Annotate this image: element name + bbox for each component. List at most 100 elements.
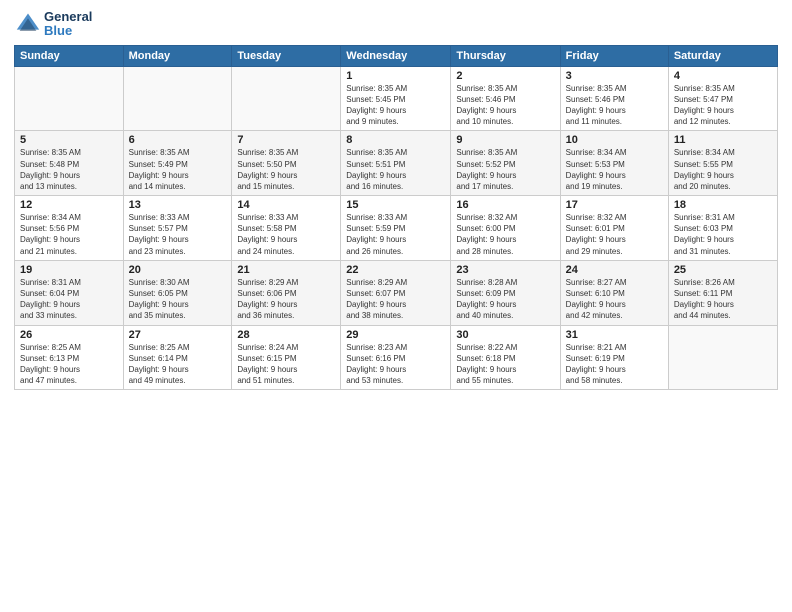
day-number: 23 (456, 264, 554, 276)
day-info: Sunrise: 8:35 AM Sunset: 5:46 PM Dayligh… (566, 83, 663, 128)
calendar-week-row: 19Sunrise: 8:31 AM Sunset: 6:04 PM Dayli… (15, 260, 778, 325)
logo: General Blue (14, 10, 92, 39)
day-info: Sunrise: 8:35 AM Sunset: 5:48 PM Dayligh… (20, 147, 118, 192)
calendar-cell: 28Sunrise: 8:24 AM Sunset: 6:15 PM Dayli… (232, 325, 341, 390)
day-info: Sunrise: 8:30 AM Sunset: 6:05 PM Dayligh… (129, 277, 227, 322)
day-number: 13 (129, 199, 227, 211)
day-number: 20 (129, 264, 227, 276)
day-number: 5 (20, 134, 118, 146)
day-info: Sunrise: 8:31 AM Sunset: 6:03 PM Dayligh… (674, 212, 772, 257)
weekday-header-row: SundayMondayTuesdayWednesdayThursdayFrid… (15, 45, 778, 66)
day-info: Sunrise: 8:32 AM Sunset: 6:00 PM Dayligh… (456, 212, 554, 257)
day-number: 21 (237, 264, 335, 276)
day-info: Sunrise: 8:32 AM Sunset: 6:01 PM Dayligh… (566, 212, 663, 257)
day-number: 15 (346, 199, 445, 211)
weekday-header: Saturday (668, 45, 777, 66)
weekday-header: Sunday (15, 45, 124, 66)
day-number: 18 (674, 199, 772, 211)
logo-icon (14, 10, 42, 38)
calendar-cell: 21Sunrise: 8:29 AM Sunset: 6:06 PM Dayli… (232, 260, 341, 325)
calendar-cell: 7Sunrise: 8:35 AM Sunset: 5:50 PM Daylig… (232, 131, 341, 196)
weekday-header: Friday (560, 45, 668, 66)
header: General Blue (14, 10, 778, 39)
calendar-cell: 18Sunrise: 8:31 AM Sunset: 6:03 PM Dayli… (668, 196, 777, 261)
day-number: 11 (674, 134, 772, 146)
day-number: 9 (456, 134, 554, 146)
calendar-cell (668, 325, 777, 390)
day-number: 3 (566, 70, 663, 82)
calendar-cell: 20Sunrise: 8:30 AM Sunset: 6:05 PM Dayli… (123, 260, 232, 325)
calendar-cell: 23Sunrise: 8:28 AM Sunset: 6:09 PM Dayli… (451, 260, 560, 325)
day-info: Sunrise: 8:35 AM Sunset: 5:51 PM Dayligh… (346, 147, 445, 192)
day-info: Sunrise: 8:26 AM Sunset: 6:11 PM Dayligh… (674, 277, 772, 322)
calendar-cell: 10Sunrise: 8:34 AM Sunset: 5:53 PM Dayli… (560, 131, 668, 196)
calendar-cell: 30Sunrise: 8:22 AM Sunset: 6:18 PM Dayli… (451, 325, 560, 390)
day-number: 16 (456, 199, 554, 211)
day-info: Sunrise: 8:35 AM Sunset: 5:46 PM Dayligh… (456, 83, 554, 128)
day-number: 8 (346, 134, 445, 146)
calendar-cell: 22Sunrise: 8:29 AM Sunset: 6:07 PM Dayli… (341, 260, 451, 325)
calendar-cell: 25Sunrise: 8:26 AM Sunset: 6:11 PM Dayli… (668, 260, 777, 325)
calendar-week-row: 5Sunrise: 8:35 AM Sunset: 5:48 PM Daylig… (15, 131, 778, 196)
calendar-cell: 12Sunrise: 8:34 AM Sunset: 5:56 PM Dayli… (15, 196, 124, 261)
calendar-cell: 19Sunrise: 8:31 AM Sunset: 6:04 PM Dayli… (15, 260, 124, 325)
day-info: Sunrise: 8:29 AM Sunset: 6:06 PM Dayligh… (237, 277, 335, 322)
calendar-cell: 17Sunrise: 8:32 AM Sunset: 6:01 PM Dayli… (560, 196, 668, 261)
calendar-cell: 27Sunrise: 8:25 AM Sunset: 6:14 PM Dayli… (123, 325, 232, 390)
day-info: Sunrise: 8:31 AM Sunset: 6:04 PM Dayligh… (20, 277, 118, 322)
calendar-cell: 4Sunrise: 8:35 AM Sunset: 5:47 PM Daylig… (668, 66, 777, 131)
day-info: Sunrise: 8:35 AM Sunset: 5:52 PM Dayligh… (456, 147, 554, 192)
calendar-cell: 5Sunrise: 8:35 AM Sunset: 5:48 PM Daylig… (15, 131, 124, 196)
day-number: 10 (566, 134, 663, 146)
day-info: Sunrise: 8:25 AM Sunset: 6:14 PM Dayligh… (129, 342, 227, 387)
day-number: 19 (20, 264, 118, 276)
day-info: Sunrise: 8:28 AM Sunset: 6:09 PM Dayligh… (456, 277, 554, 322)
logo-text: General Blue (44, 10, 92, 39)
calendar-cell: 26Sunrise: 8:25 AM Sunset: 6:13 PM Dayli… (15, 325, 124, 390)
day-number: 7 (237, 134, 335, 146)
day-info: Sunrise: 8:35 AM Sunset: 5:45 PM Dayligh… (346, 83, 445, 128)
calendar-cell: 6Sunrise: 8:35 AM Sunset: 5:49 PM Daylig… (123, 131, 232, 196)
day-number: 22 (346, 264, 445, 276)
day-info: Sunrise: 8:35 AM Sunset: 5:50 PM Dayligh… (237, 147, 335, 192)
calendar-cell: 31Sunrise: 8:21 AM Sunset: 6:19 PM Dayli… (560, 325, 668, 390)
day-info: Sunrise: 8:33 AM Sunset: 5:59 PM Dayligh… (346, 212, 445, 257)
calendar-cell: 16Sunrise: 8:32 AM Sunset: 6:00 PM Dayli… (451, 196, 560, 261)
calendar-body: 1Sunrise: 8:35 AM Sunset: 5:45 PM Daylig… (15, 66, 778, 390)
day-info: Sunrise: 8:25 AM Sunset: 6:13 PM Dayligh… (20, 342, 118, 387)
calendar-cell: 3Sunrise: 8:35 AM Sunset: 5:46 PM Daylig… (560, 66, 668, 131)
day-number: 6 (129, 134, 227, 146)
calendar-cell: 15Sunrise: 8:33 AM Sunset: 5:59 PM Dayli… (341, 196, 451, 261)
day-info: Sunrise: 8:24 AM Sunset: 6:15 PM Dayligh… (237, 342, 335, 387)
calendar-cell (123, 66, 232, 131)
day-info: Sunrise: 8:23 AM Sunset: 6:16 PM Dayligh… (346, 342, 445, 387)
day-number: 12 (20, 199, 118, 211)
day-info: Sunrise: 8:33 AM Sunset: 5:58 PM Dayligh… (237, 212, 335, 257)
calendar-cell: 29Sunrise: 8:23 AM Sunset: 6:16 PM Dayli… (341, 325, 451, 390)
day-number: 26 (20, 329, 118, 341)
calendar-week-row: 26Sunrise: 8:25 AM Sunset: 6:13 PM Dayli… (15, 325, 778, 390)
weekday-header: Tuesday (232, 45, 341, 66)
calendar-cell: 24Sunrise: 8:27 AM Sunset: 6:10 PM Dayli… (560, 260, 668, 325)
day-info: Sunrise: 8:27 AM Sunset: 6:10 PM Dayligh… (566, 277, 663, 322)
day-number: 25 (674, 264, 772, 276)
calendar: SundayMondayTuesdayWednesdayThursdayFrid… (14, 45, 778, 391)
day-info: Sunrise: 8:35 AM Sunset: 5:49 PM Dayligh… (129, 147, 227, 192)
calendar-cell: 13Sunrise: 8:33 AM Sunset: 5:57 PM Dayli… (123, 196, 232, 261)
day-number: 1 (346, 70, 445, 82)
day-info: Sunrise: 8:34 AM Sunset: 5:53 PM Dayligh… (566, 147, 663, 192)
day-info: Sunrise: 8:33 AM Sunset: 5:57 PM Dayligh… (129, 212, 227, 257)
calendar-cell: 1Sunrise: 8:35 AM Sunset: 5:45 PM Daylig… (341, 66, 451, 131)
day-info: Sunrise: 8:34 AM Sunset: 5:55 PM Dayligh… (674, 147, 772, 192)
weekday-header: Thursday (451, 45, 560, 66)
day-number: 28 (237, 329, 335, 341)
day-number: 31 (566, 329, 663, 341)
day-number: 29 (346, 329, 445, 341)
day-number: 14 (237, 199, 335, 211)
weekday-header: Monday (123, 45, 232, 66)
calendar-cell: 8Sunrise: 8:35 AM Sunset: 5:51 PM Daylig… (341, 131, 451, 196)
day-info: Sunrise: 8:34 AM Sunset: 5:56 PM Dayligh… (20, 212, 118, 257)
day-number: 24 (566, 264, 663, 276)
day-number: 30 (456, 329, 554, 341)
calendar-week-row: 12Sunrise: 8:34 AM Sunset: 5:56 PM Dayli… (15, 196, 778, 261)
